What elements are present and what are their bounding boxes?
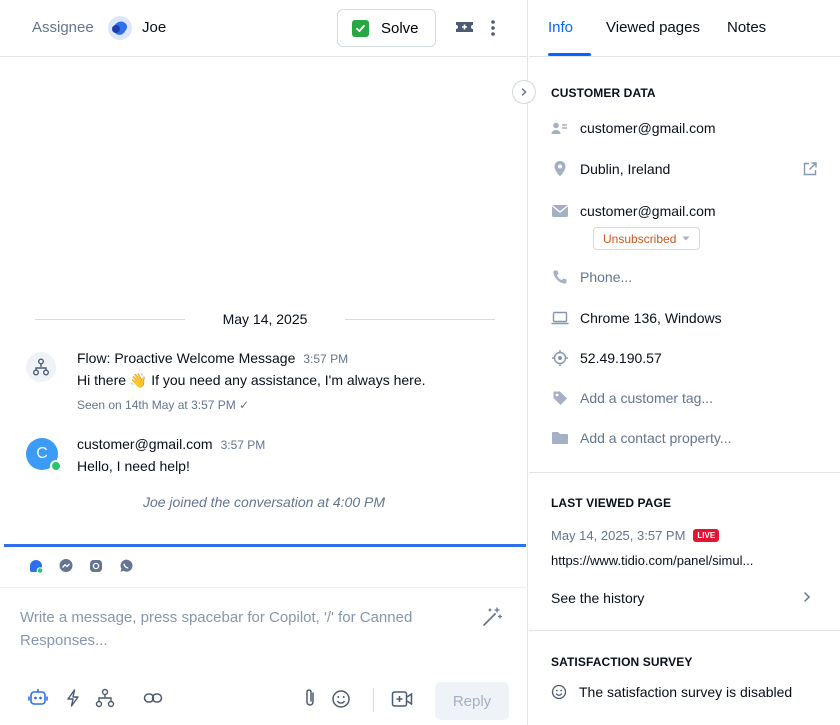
message-header: customer@gmail.com 3:57 PM	[77, 436, 265, 452]
laptop-icon	[551, 309, 569, 327]
assignee-avatar-shape-dot	[112, 25, 120, 33]
flow-icon	[33, 358, 49, 376]
composer-divider	[0, 587, 528, 588]
location-row: Dublin, Ireland	[551, 160, 670, 178]
composer-focus-bar	[4, 544, 526, 547]
location-pin-icon	[551, 160, 569, 178]
customer-data-title: CUSTOMER DATA	[551, 86, 656, 100]
satisfaction-status: The satisfaction survey is disabled	[579, 684, 793, 700]
create-ticket-icon[interactable]	[455, 19, 474, 35]
message-text: Hello, I need help!	[77, 458, 190, 474]
add-property-row[interactable]: Add a contact property...	[551, 429, 732, 447]
assignee-name[interactable]: Joe	[142, 19, 166, 36]
last-viewed-url[interactable]: https://www.tidio.com/panel/simul...	[551, 553, 753, 568]
system-event: Joe joined the conversation at 4:00 PM	[142, 494, 386, 510]
flow-avatar	[26, 352, 56, 382]
message-author: customer@gmail.com	[77, 436, 213, 452]
collapse-sidebar-button[interactable]	[512, 80, 536, 104]
email-row[interactable]: customer@gmail.com	[551, 202, 716, 220]
add-contact-property: Add a contact property...	[580, 430, 732, 446]
toolbar-divider	[373, 688, 374, 712]
satisfaction-title: SATISFACTION SURVEY	[551, 655, 693, 669]
external-link-icon[interactable]	[802, 161, 818, 177]
envelope-icon	[551, 202, 569, 220]
copilot-bot-icon[interactable]	[28, 687, 48, 707]
info-panel: Info Viewed pages Notes CUSTOMER DATA cu…	[529, 0, 840, 725]
caret-down-icon	[682, 236, 690, 241]
chevron-right-icon[interactable]	[803, 591, 811, 603]
message-header: Flow: Proactive Welcome Message 3:57 PM	[77, 350, 348, 366]
reply-button[interactable]: Reply	[435, 682, 509, 720]
message-text: Hi there 👋 If you need any assistance, I…	[77, 372, 426, 388]
active-tab-indicator	[548, 53, 591, 56]
date-label: May 14, 2025	[222, 311, 308, 327]
satisfaction-status-row: The satisfaction survey is disabled	[551, 684, 792, 700]
flows-icon[interactable]	[95, 688, 115, 708]
add-customer-tag: Add a customer tag...	[580, 390, 714, 406]
widget-icon[interactable]	[28, 558, 44, 574]
more-options-icon[interactable]	[490, 18, 496, 38]
messenger-icon[interactable]	[58, 558, 74, 574]
date-separator: May 14, 2025	[35, 310, 495, 330]
subscription-status: Unsubscribed	[603, 231, 677, 246]
customer-browser: Chrome 136, Windows	[580, 310, 722, 326]
target-icon	[551, 349, 569, 367]
chevron-right-icon	[521, 88, 527, 96]
attachment-icon[interactable]	[303, 688, 317, 708]
ip-row: 52.49.190.57	[551, 349, 662, 367]
browser-row: Chrome 136, Windows	[551, 309, 722, 327]
message-author: Flow: Proactive Welcome Message	[77, 350, 296, 366]
emoji-icon[interactable]	[331, 689, 351, 709]
phone-placeholder: Phone...	[580, 269, 633, 285]
assignee-avatar[interactable]	[108, 16, 132, 40]
link-icon[interactable]	[143, 691, 163, 705]
lightning-icon[interactable]	[66, 689, 80, 707]
tab-info[interactable]: Info	[548, 19, 573, 36]
video-call-icon[interactable]	[391, 689, 413, 709]
last-viewed-date: May 14, 2025, 3:57 PM	[551, 528, 686, 543]
folder-icon	[551, 429, 569, 447]
seen-status: Seen on 14th May at 3:57 PM ✓	[77, 398, 250, 412]
online-status-dot	[50, 460, 62, 472]
solve-label: Solve	[381, 19, 419, 37]
tag-icon	[551, 389, 569, 407]
whatsapp-icon[interactable]	[118, 558, 134, 574]
customer-ip: 52.49.190.57	[580, 350, 662, 366]
conversation-panel: Assignee Joe Solve May 14, 2025 Flow: Pr…	[0, 0, 528, 725]
instagram-icon[interactable]	[88, 558, 104, 574]
customer-location: Dublin, Ireland	[580, 161, 671, 177]
customer-name: customer@gmail.com	[580, 120, 716, 136]
smiley-icon	[551, 684, 567, 700]
customer-name-row[interactable]: customer@gmail.com	[551, 119, 716, 137]
message-time: 3:57 PM	[220, 438, 266, 452]
channel-switcher	[28, 558, 134, 574]
magic-wand-icon[interactable]	[481, 606, 503, 628]
contact-card-icon	[551, 119, 569, 137]
live-badge: LIVE	[693, 529, 720, 542]
add-tag-row[interactable]: Add a customer tag...	[551, 389, 713, 407]
assignee-label: Assignee	[32, 19, 94, 36]
tab-viewed-pages[interactable]: Viewed pages	[606, 19, 700, 36]
message-input[interactable]	[20, 606, 460, 656]
solve-button[interactable]: Solve	[337, 9, 436, 47]
message-time: 3:57 PM	[303, 352, 349, 366]
conversation-header: Assignee Joe Solve	[0, 0, 528, 57]
customer-email: customer@gmail.com	[580, 203, 716, 219]
tab-notes[interactable]: Notes	[727, 19, 766, 36]
section-divider	[529, 630, 840, 631]
last-viewed-title: LAST VIEWED PAGE	[551, 496, 672, 510]
see-history-link[interactable]: See the history	[551, 590, 644, 606]
phone-icon	[551, 268, 569, 286]
subscription-status-dropdown[interactable]: Unsubscribed	[593, 227, 701, 250]
phone-row[interactable]: Phone...	[551, 268, 632, 286]
info-tabs: Info Viewed pages Notes	[529, 0, 840, 57]
last-viewed-date-row: May 14, 2025, 3:57 PM LIVE	[551, 528, 720, 543]
section-divider	[529, 472, 840, 473]
check-icon	[352, 19, 369, 37]
